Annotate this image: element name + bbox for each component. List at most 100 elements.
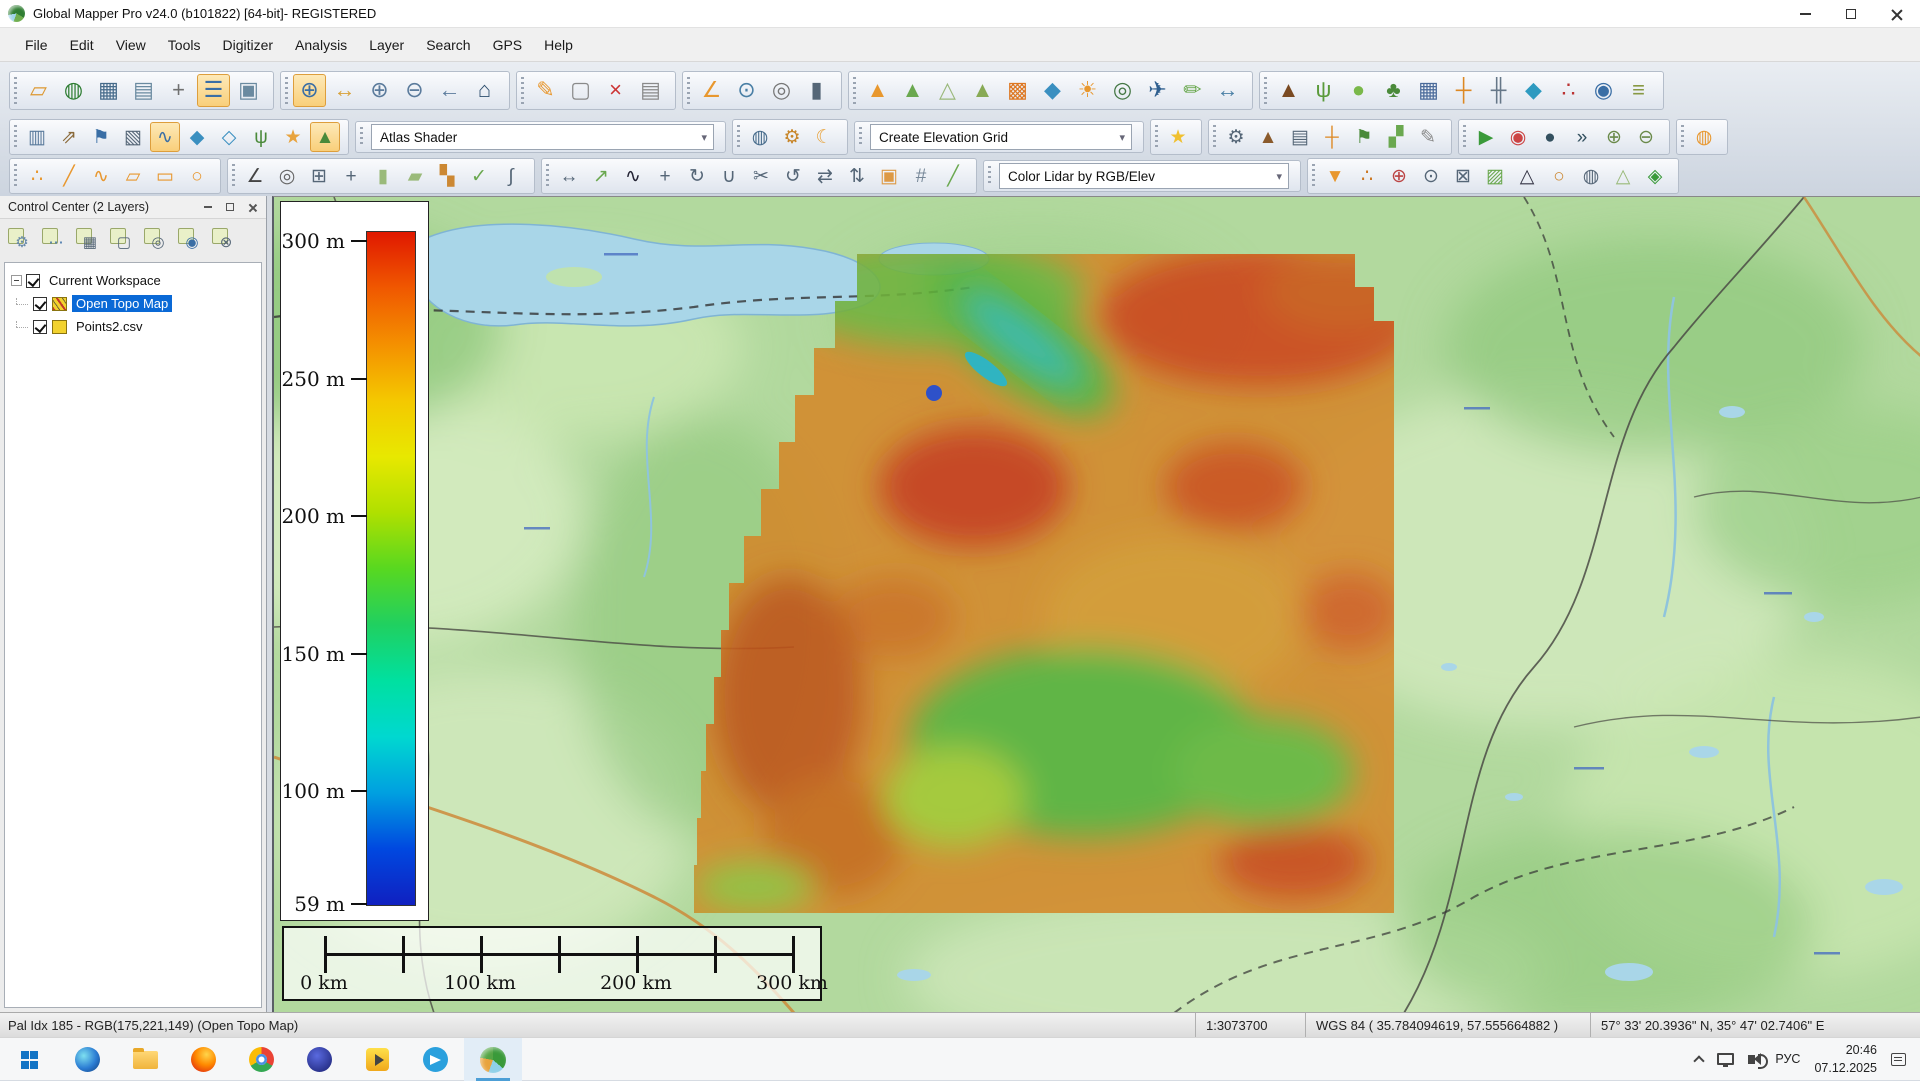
trace-digitize-button[interactable]: ∫ xyxy=(496,161,526,191)
watershed-analysis-button[interactable]: ◆ xyxy=(1036,74,1069,107)
line-snapping-button[interactable]: ╱ xyxy=(938,161,968,191)
create-polygon-button[interactable]: ▱ xyxy=(118,161,148,191)
epic-browser[interactable] xyxy=(290,1038,348,1081)
minimize-button[interactable] xyxy=(1782,0,1828,27)
forest-density-button[interactable]: ψ xyxy=(246,122,276,152)
menu-layer[interactable]: Layer xyxy=(358,33,415,57)
create-freehand-button[interactable]: ∿ xyxy=(86,161,116,191)
utility-pole-features-button[interactable]: ┼ xyxy=(1447,74,1480,107)
save-workspace-button[interactable]: ▦ xyxy=(92,74,125,107)
edit-attributes-button[interactable]: ▤ xyxy=(634,74,667,107)
full-view-home-button[interactable]: ⌂ xyxy=(468,74,501,107)
send-to-view-button[interactable]: ⇗ xyxy=(54,122,84,152)
elevation-grid-combo[interactable]: Create Elevation Grid▾ xyxy=(870,124,1132,150)
menu-gps[interactable]: GPS xyxy=(482,33,534,57)
close-button[interactable] xyxy=(1874,0,1920,27)
layer-checkbox[interactable] xyxy=(33,297,47,311)
map-layout-editor-button[interactable]: ⚑ xyxy=(1349,122,1379,152)
chrome-browser[interactable] xyxy=(232,1038,290,1081)
panel-close-button[interactable] xyxy=(242,199,262,215)
lidar-colorize-combo[interactable]: Color Lidar by RGB/Elev▾ xyxy=(999,163,1289,189)
layer-metadata-button[interactable]: ⋯ xyxy=(40,226,66,252)
rotate-feature-button[interactable]: ↻ xyxy=(682,161,712,191)
world-imagery-button[interactable]: ◍ xyxy=(1689,122,1719,152)
maximize-button[interactable] xyxy=(1828,0,1874,27)
menu-help[interactable]: Help xyxy=(533,33,584,57)
lidar-point-query-button[interactable]: ⊙ xyxy=(1416,161,1446,191)
file-explorer[interactable] xyxy=(116,1038,174,1081)
edit-vertices-button[interactable]: ∿ xyxy=(618,161,648,191)
menu-file[interactable]: File xyxy=(14,33,59,57)
action-center-icon[interactable] xyxy=(1891,1053,1906,1066)
sketch-brush-button[interactable]: ✎ xyxy=(1413,122,1443,152)
viewshed-terrain-button[interactable]: ▲ xyxy=(310,122,340,152)
offset-node-button[interactable]: + xyxy=(336,161,366,191)
classification-legend-button[interactable]: ≡ xyxy=(1622,74,1655,107)
view-horizon-button[interactable]: ☀ xyxy=(1071,74,1104,107)
water-level-drop-button[interactable]: ◇ xyxy=(214,122,244,152)
network-display-icon[interactable] xyxy=(1717,1053,1734,1065)
magnify-doc-in-button[interactable]: ⊕ xyxy=(1599,122,1629,152)
control-center-header[interactable]: Control Center (2 Layers) xyxy=(0,196,266,219)
mountain-features-button[interactable]: ▲ xyxy=(1272,74,1305,107)
shrub-features-button[interactable]: ● xyxy=(1342,74,1375,107)
global-mapper-app[interactable] xyxy=(464,1038,522,1081)
lidar-noise-classify-button[interactable]: ○ xyxy=(1544,161,1574,191)
favorite-tool-button[interactable]: ★ xyxy=(1163,122,1193,152)
layer-search-button[interactable]: ◎ xyxy=(142,226,168,252)
move-feature-button[interactable]: ↔ xyxy=(554,161,584,191)
lidar-mesh-button[interactable]: △ xyxy=(1608,161,1638,191)
telegram-app[interactable] xyxy=(406,1038,464,1081)
powerline-features-button[interactable]: ╫ xyxy=(1482,74,1515,107)
auto-attributes-button[interactable]: ▤ xyxy=(1285,122,1315,152)
firefox-browser[interactable] xyxy=(174,1038,232,1081)
layer-visibility-button[interactable]: ◉ xyxy=(176,226,202,252)
snap-target-button[interactable]: ◎ xyxy=(272,161,302,191)
layer-checkbox[interactable] xyxy=(33,320,47,334)
zoom-out-button[interactable]: ⊖ xyxy=(398,74,431,107)
crop-features-button[interactable]: # xyxy=(906,161,936,191)
lidar-area-query-button[interactable]: ⊕ xyxy=(1384,161,1414,191)
tree-features-button[interactable]: ♣ xyxy=(1377,74,1410,107)
map-view[interactable]: 300 m250 m200 m150 m100 m59 m 0 km100 km… xyxy=(272,196,1920,1012)
zoom-tool-button[interactable]: ⊕ xyxy=(293,74,326,107)
layer-options-button[interactable]: ⚙ xyxy=(6,226,32,252)
rotate-left-button[interactable]: ↺ xyxy=(778,161,808,191)
flag-area-button[interactable]: ⚑ xyxy=(86,122,116,152)
pan-tool-button[interactable]: ↔ xyxy=(328,74,361,107)
new-map-window-button[interactable]: ▤ xyxy=(127,74,160,107)
scale-feature-button[interactable]: ↗ xyxy=(586,161,616,191)
plugin-manager-button[interactable]: ▞ xyxy=(1381,122,1411,152)
previous-view-button[interactable]: ← xyxy=(433,74,466,107)
move-vertex-button[interactable]: + xyxy=(650,161,680,191)
lidar-elevation-layers-button[interactable]: ◈ xyxy=(1640,161,1670,191)
auto-terrain-button[interactable]: ▲ xyxy=(1253,122,1283,152)
building-features-button[interactable]: ▦ xyxy=(1412,74,1445,107)
layer-label[interactable]: Points2.csv xyxy=(72,318,146,335)
magnify-doc-out-button[interactable]: ⊖ xyxy=(1631,122,1661,152)
duplicate-feature-button[interactable]: ▣ xyxy=(874,161,904,191)
workspace-checkbox[interactable] xyxy=(26,274,40,288)
coordinate-geometry-button[interactable]: ∠ xyxy=(240,161,270,191)
area-operations-button[interactable]: ▰ xyxy=(400,161,430,191)
lidar-colorize-button[interactable]: ▨ xyxy=(1480,161,1510,191)
water-level-rise-button[interactable]: ◆ xyxy=(182,122,212,152)
record-animation-button[interactable]: ◉ xyxy=(1503,122,1533,152)
play-animation-button[interactable]: ▶ xyxy=(1471,122,1501,152)
shader-combo[interactable]: Atlas Shader▾ xyxy=(371,124,714,150)
feature-search-key-button[interactable]: ◉ xyxy=(1587,74,1620,107)
lidar-thin-button[interactable]: ⊠ xyxy=(1448,161,1478,191)
open-online-data-button[interactable]: ◍ xyxy=(57,74,90,107)
lidar-ground-classify-button[interactable]: △ xyxy=(1512,161,1542,191)
create-rectangle-button[interactable]: ▭ xyxy=(150,161,180,191)
media-player[interactable] xyxy=(348,1038,406,1081)
start-button[interactable] xyxy=(0,1038,58,1081)
lidar-filter-button[interactable]: ▼ xyxy=(1320,161,1350,191)
online-sources-button[interactable]: ◍ xyxy=(745,122,775,152)
terrain-combine-button[interactable]: ▲ xyxy=(966,74,999,107)
fly-through-button[interactable]: ✈ xyxy=(1141,74,1174,107)
layer-label[interactable]: Current Workspace xyxy=(45,272,165,289)
projection-settings-button[interactable]: ⚙ xyxy=(777,122,807,152)
speed-slow-button[interactable]: ● xyxy=(1535,122,1565,152)
water-features-button[interactable]: ◆ xyxy=(1517,74,1550,107)
